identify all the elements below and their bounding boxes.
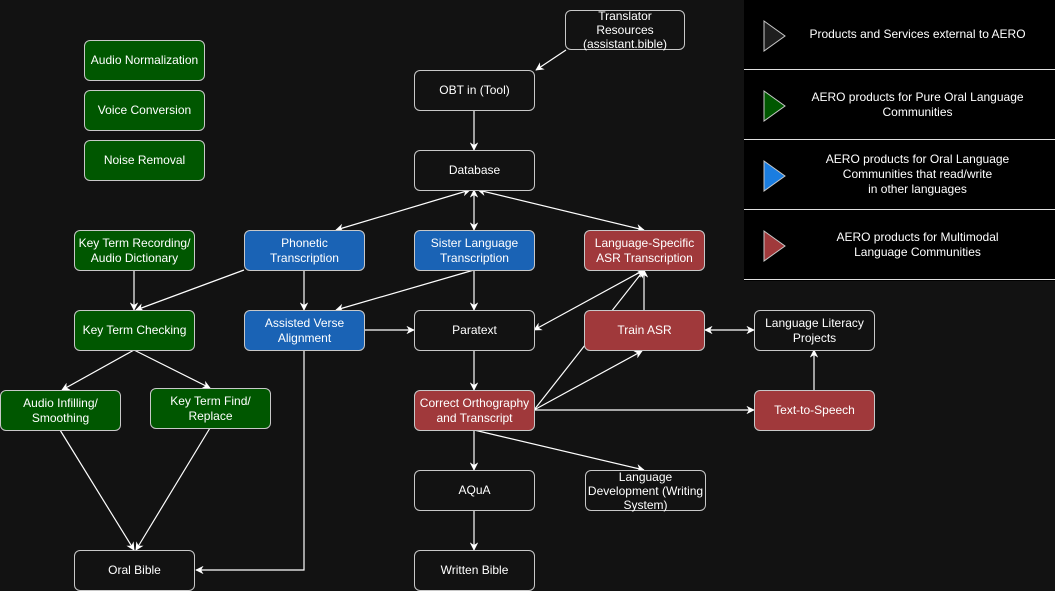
node-audio-normalization[interactable]: Audio Normalization — [84, 40, 205, 81]
edge-orthography-to-train-asr — [533, 350, 643, 411]
node-language-specific-asr[interactable]: Language-Specific ASR Transcription — [584, 230, 705, 271]
legend-item-pure-oral: AERO products for Pure Oral Language Com… — [744, 70, 1055, 140]
edge-checking-to-find-replace — [133, 349, 211, 389]
edge-sister-to-alignment — [335, 269, 475, 312]
node-obt-tool[interactable]: OBT in (Tool) — [414, 70, 535, 111]
node-database[interactable]: Database — [414, 150, 535, 191]
legend-item-multimodal: AERO products for Multimodal Language Co… — [744, 210, 1055, 280]
edge-translator-to-obt — [535, 49, 567, 71]
node-language-literacy-projects[interactable]: Language Literacy Projects — [754, 310, 875, 351]
node-key-term-recording[interactable]: Key Term Recording/ Audio Dictionary — [74, 230, 195, 271]
node-noise-removal[interactable]: Noise Removal — [84, 140, 205, 181]
legend-label: AERO products for Multimodal Language Co… — [836, 229, 999, 259]
node-translator-resources[interactable]: Translator Resources (assistant.bible) — [565, 9, 685, 51]
edge-find-replace-to-oral-bible — [135, 427, 211, 551]
edge-infilling-to-oral-bible — [59, 429, 135, 551]
node-sister-language-transcription[interactable]: Sister Language Transcription — [414, 230, 535, 271]
legend-item-oral-read-write: AERO products for Oral Language Communit… — [744, 140, 1055, 210]
node-language-development[interactable]: Language Development (Writing System) — [585, 470, 706, 512]
node-aqua[interactable]: AQuA — [414, 470, 535, 511]
node-text-to-speech[interactable]: Text-to-Speech — [754, 390, 875, 431]
edge-database-phonetic — [335, 188, 471, 232]
node-voice-conversion[interactable]: Voice Conversion — [84, 90, 205, 131]
edge-phonetic-to-checking — [135, 269, 245, 312]
node-train-asr[interactable]: Train ASR — [584, 310, 705, 351]
triangle-red-icon — [763, 230, 786, 262]
edge-orthography-to-lang-dev — [473, 429, 645, 473]
node-audio-infilling[interactable]: Audio Infilling/ Smoothing — [0, 390, 121, 431]
triangle-blue-icon — [763, 160, 786, 192]
edge-database-lang-asr — [477, 187, 645, 233]
edge-alignment-to-oral-bible — [195, 350, 305, 575]
node-written-bible[interactable]: Written Bible — [414, 550, 535, 591]
node-assisted-verse-alignment[interactable]: Assisted Verse Alignment — [244, 310, 365, 351]
node-oral-bible[interactable]: Oral Bible — [74, 550, 195, 591]
node-paratext[interactable]: Paratext — [414, 310, 535, 351]
triangle-green-icon — [763, 90, 786, 122]
legend-label: AERO products for Oral Language Communit… — [825, 152, 1010, 196]
triangle-dark-icon — [763, 20, 786, 52]
legend: Products and Services external to AERO A… — [744, 0, 1055, 281]
legend-label: AERO products for Pure Oral Language Com… — [811, 89, 1024, 119]
node-key-term-checking[interactable]: Key Term Checking — [74, 310, 195, 351]
node-phonetic-transcription[interactable]: Phonetic Transcription — [244, 230, 365, 271]
legend-label: Products and Services external to AERO — [809, 27, 1026, 41]
edge-checking-to-infilling — [61, 349, 135, 391]
legend-item-external: Products and Services external to AERO — [744, 0, 1055, 70]
node-correct-orthography[interactable]: Correct Orthography and Transcript — [414, 390, 535, 431]
node-key-term-find-replace[interactable]: Key Term Find/ Replace — [150, 388, 271, 429]
